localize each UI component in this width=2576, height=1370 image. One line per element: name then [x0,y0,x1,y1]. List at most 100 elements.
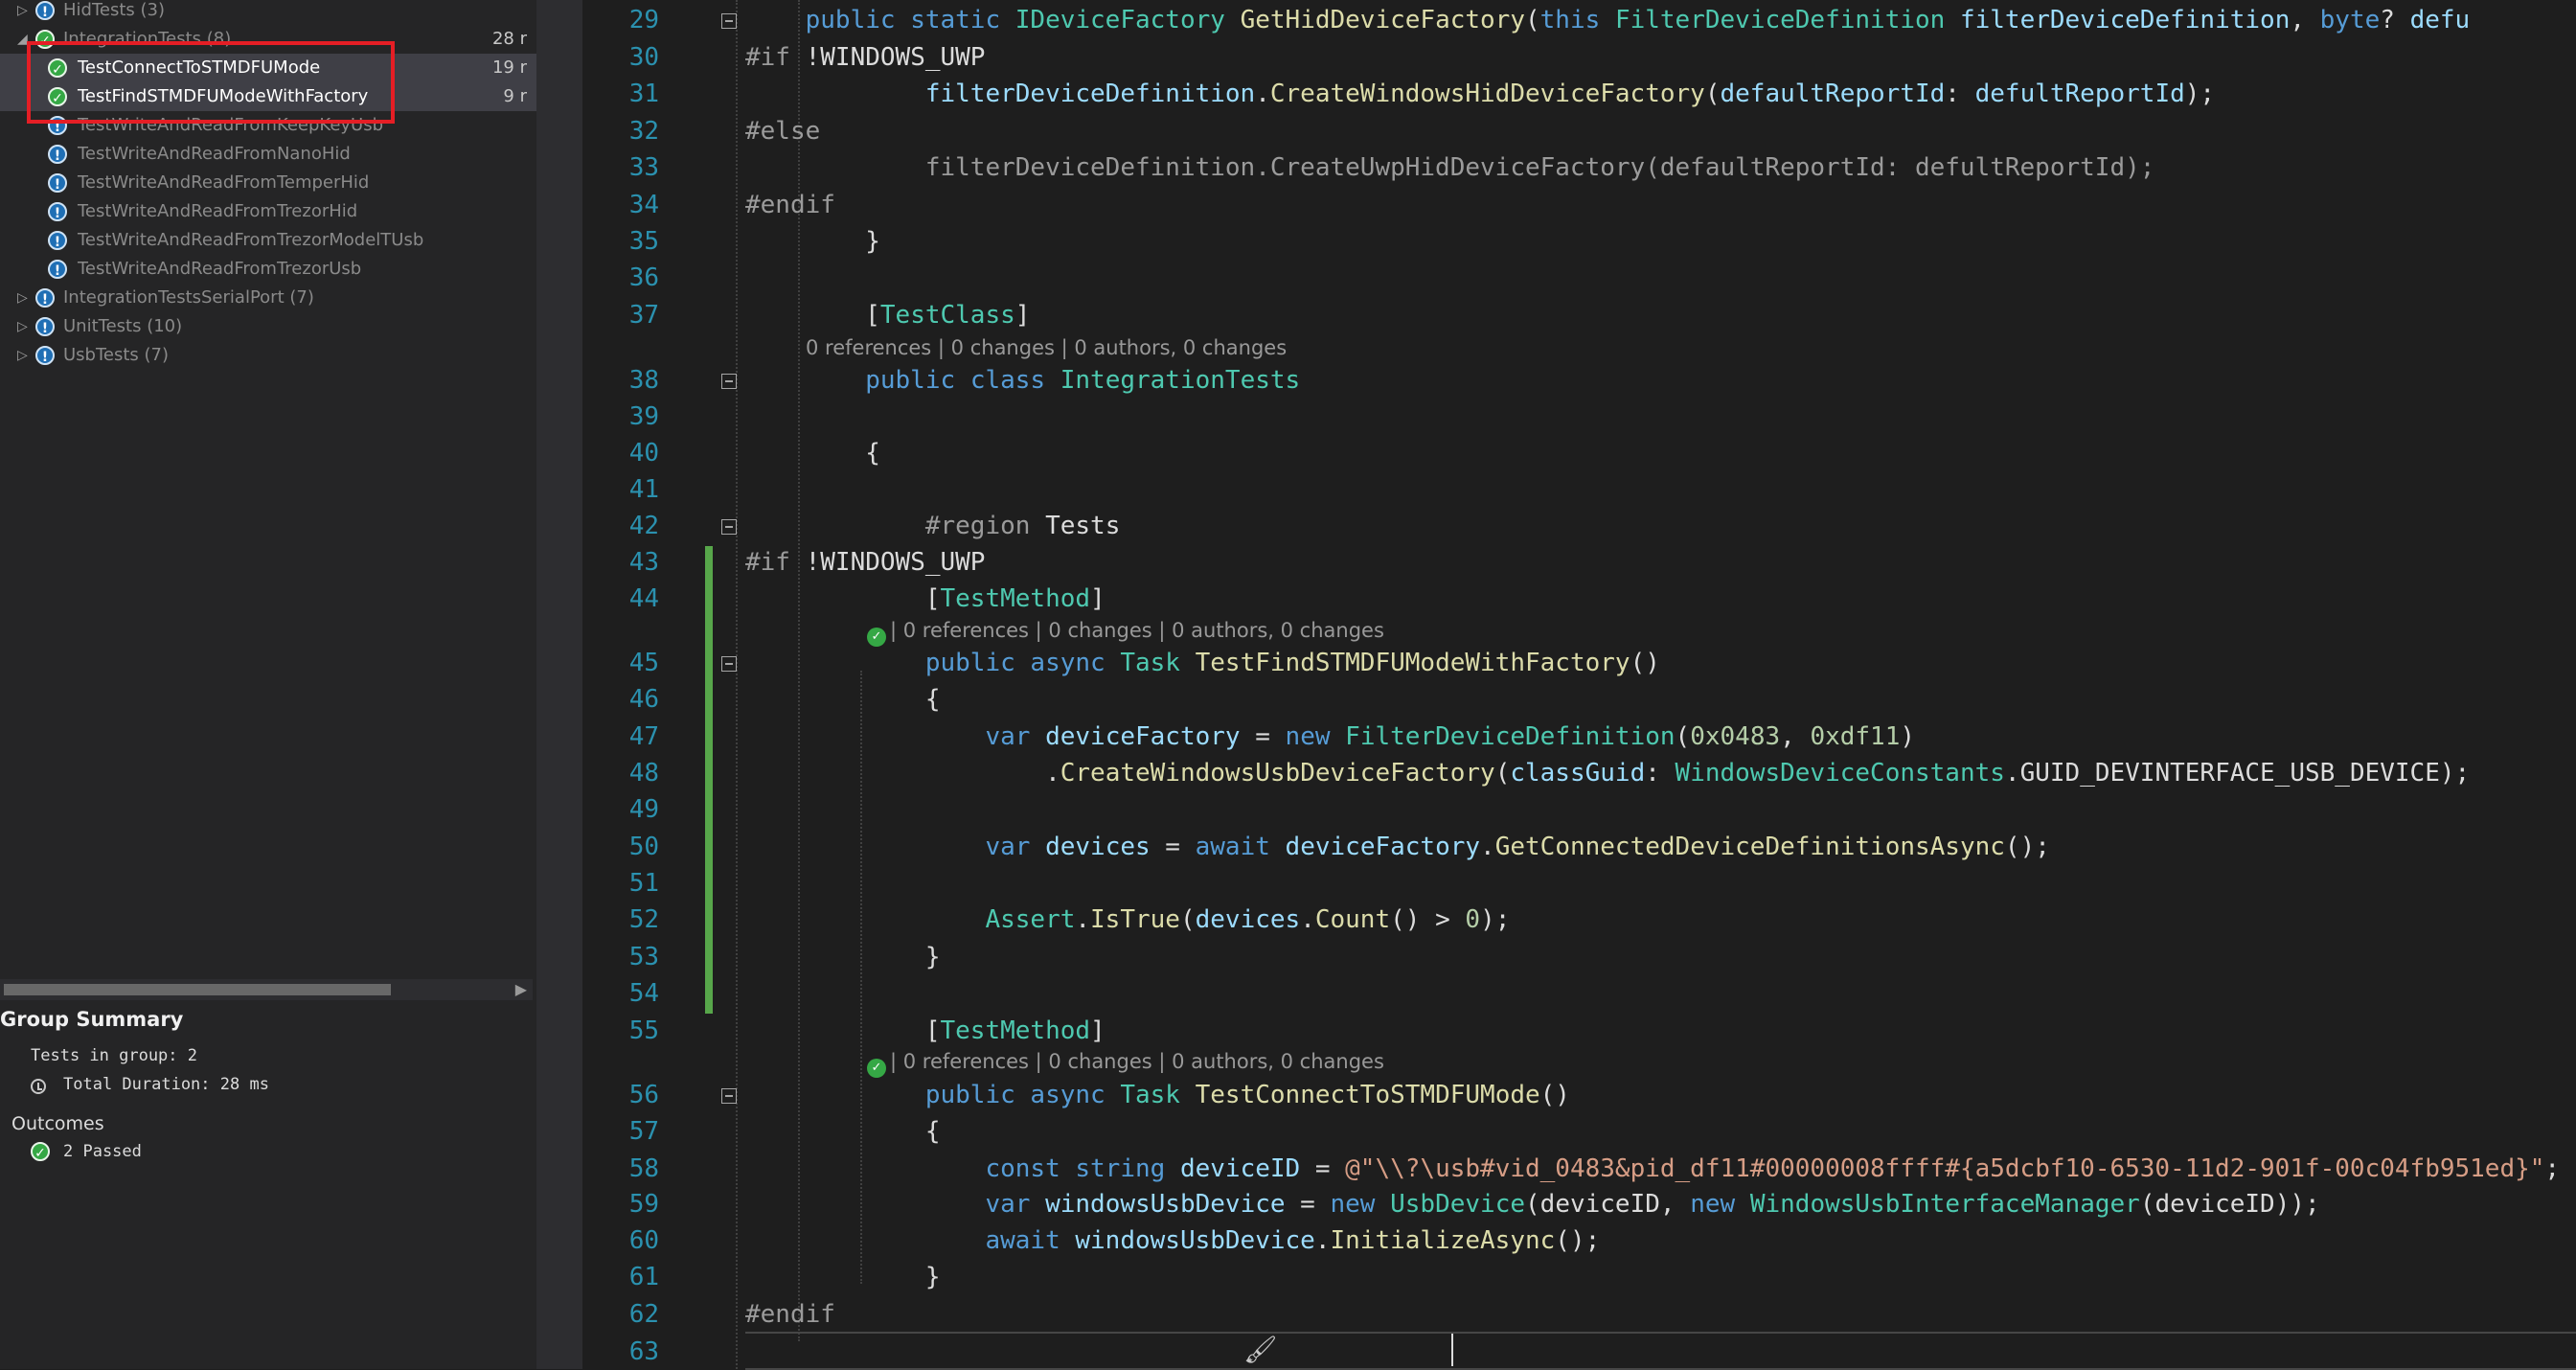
code-line[interactable]: 42 #region Tests [582,508,2576,544]
code-token: windowsUsbDevice [1075,1226,1315,1255]
tree-test-row[interactable]: ! TestWriteAndReadFromTrezorModelTUsb [0,226,536,255]
tree-test-row[interactable]: ! TestWriteAndReadFromNanoHid [0,140,536,169]
fold-collapse-icon[interactable] [721,13,737,29]
tree-group-row[interactable]: ▷! HidTests (3) [0,0,536,25]
test-not-run-icon: ! [48,231,67,250]
code-line[interactable]: 59 var windowsUsbDevice = new UsbDevice(… [582,1186,2576,1222]
codelens-method-connect[interactable]: ✓ | 0 references | 0 changes | 0 authors,… [867,1050,1384,1078]
tree-item-label: HidTests (3) [63,0,166,20]
tree-group-row[interactable]: ▷! IntegrationTestsSerialPort (7) [0,284,536,312]
line-number: 47 [628,722,659,751]
code-line[interactable]: 44 [TestMethod] [582,581,2576,617]
line-number: 63 [628,1337,659,1366]
tree-item-label: TestWriteAndReadFromNanoHid [78,144,351,164]
code-line[interactable]: 55 [TestMethod] [582,1013,2576,1049]
code-line[interactable]: 56 public async Task TestConnectToSTMDFU… [582,1077,2576,1113]
code-token: : [1645,759,1676,788]
scrollbar-thumb[interactable] [4,984,391,995]
code-token: !WINDOWS_UWP [805,43,986,72]
code-line[interactable]: 39 [582,399,2576,435]
code-token: = [1285,1190,1331,1219]
expander-icon[interactable]: ▷ [17,341,28,370]
tree-test-row[interactable]: ! TestWriteAndReadFromTrezorUsb [0,255,536,284]
code-token: string [1075,1154,1180,1183]
code-line[interactable]: 33 filterDeviceDefinition.CreateUwpHidDe… [582,149,2576,186]
code-token: new [1330,1190,1391,1219]
code-token: ] [1090,584,1106,613]
line-number: 39 [628,402,659,431]
tree-test-row[interactable]: ! TestWriteAndReadFromTrezorHid [0,197,536,226]
code-text: var windowsUsbDevice = new UsbDevice(dev… [745,1186,2320,1222]
line-number: 60 [628,1226,659,1255]
code-token: : [1945,80,1975,108]
code-line[interactable]: 50 var devices = await deviceFactory.Get… [582,829,2576,865]
line-number: 59 [628,1190,659,1219]
passed-count[interactable]: 2 Passed [63,1142,142,1161]
code-token: IsTrue [1090,905,1180,934]
code-line[interactable]: 43 #if !WINDOWS_UWP [582,544,2576,581]
code-text: public async Task TestConnectToSTMDFUMod… [745,1077,1570,1113]
current-line-highlight [745,1332,2576,1370]
code-line[interactable]: 51 [582,865,2576,902]
code-line[interactable]: 40 { [582,435,2576,471]
code-line[interactable]: 41 [582,471,2576,508]
code-text: public static IDeviceFactory GetHidDevic… [745,2,2471,38]
codelens-method-find[interactable]: ✓ | 0 references | 0 changes | 0 authors,… [867,619,1384,647]
code-line[interactable]: 36 [582,260,2576,296]
fold-collapse-icon[interactable] [721,519,737,535]
code-token: 0x0483 [1690,722,1781,751]
code-token: = [1150,833,1196,861]
code-line[interactable]: 37 [TestClass] [582,297,2576,333]
expander-icon[interactable]: ▷ [17,312,28,341]
code-line[interactable]: 48 .CreateWindowsUsbDeviceFactory(classG… [582,755,2576,791]
code-token: .GUID_DEVINTERFACE_USB_DEVICE); [2004,759,2471,788]
code-line[interactable]: 32 #else [582,113,2576,149]
code-editor[interactable]: 29 public static IDeviceFactory GetHidDe… [582,0,2576,1370]
code-token: Task [1120,1081,1196,1109]
code-token: ); [1480,905,1511,934]
code-line[interactable]: 35 } [582,223,2576,260]
code-token: byte [2319,6,2381,34]
code-line[interactable]: 54 [582,975,2576,1012]
tree-test-row[interactable]: ! TestWriteAndReadFromTemperHid [0,169,536,197]
expander-icon[interactable]: ▷ [17,0,28,25]
code-line[interactable]: 45 public async Task TestFindSTMDFUModeW… [582,645,2576,681]
code-token: (deviceID)); [2139,1190,2320,1219]
tree-group-row[interactable]: ▷! UnitTests (10) [0,312,536,341]
code-token: IDeviceFactory [1014,6,1241,34]
code-line[interactable]: 49 [582,791,2576,828]
code-line[interactable]: 31 filterDeviceDefinition.CreateWindowsH… [582,76,2576,112]
code-token: TestMethod [940,584,1091,613]
code-line[interactable]: 46 { [582,681,2576,718]
horizontal-scrollbar[interactable]: ▶ [0,979,533,1000]
code-line[interactable]: 30 #if !WINDOWS_UWP [582,39,2576,76]
code-token: ? [2380,6,2410,34]
code-line[interactable]: 58 const string deviceID = @"\\?\usb#vid… [582,1151,2576,1187]
fold-collapse-icon[interactable] [721,1088,737,1104]
code-line[interactable]: 60 await windowsUsbDevice.InitializeAsyn… [582,1222,2576,1259]
fold-collapse-icon[interactable] [721,374,737,389]
test-not-run-icon: ! [35,1,55,20]
scroll-right-icon[interactable]: ▶ [515,979,527,1000]
fold-collapse-icon[interactable] [721,656,737,672]
code-line[interactable]: 61 } [582,1259,2576,1295]
tree-group-row[interactable]: ▷! UsbTests (7) [0,341,536,370]
line-number: 44 [628,584,659,613]
code-line[interactable]: 29 public static IDeviceFactory GetHidDe… [582,2,2576,38]
codelens-class[interactable]: 0 references | 0 changes | 0 authors, 0 … [806,336,1287,359]
code-token: (); [2004,833,2050,861]
code-line[interactable]: 38 public class IntegrationTests [582,362,2576,399]
code-line[interactable]: 57 { [582,1113,2576,1150]
code-text: #if !WINDOWS_UWP [745,39,985,76]
expander-icon[interactable]: ▷ [17,284,28,312]
code-line[interactable]: 53 } [582,939,2576,975]
brush-icon[interactable]: 🖌 [1243,1334,1278,1366]
code-text: #if !WINDOWS_UWP [745,544,985,581]
code-text: } [745,223,880,260]
code-line[interactable]: 52 Assert.IsTrue(devices.Count() > 0); [582,902,2576,938]
test-not-run-icon: ! [48,202,67,221]
code-line[interactable]: 62 #endif [582,1296,2576,1333]
code-line[interactable]: 34 #endif [582,187,2576,223]
panel-splitter[interactable] [536,0,582,1369]
code-line[interactable]: 47 var deviceFactory = new FilterDeviceD… [582,719,2576,755]
